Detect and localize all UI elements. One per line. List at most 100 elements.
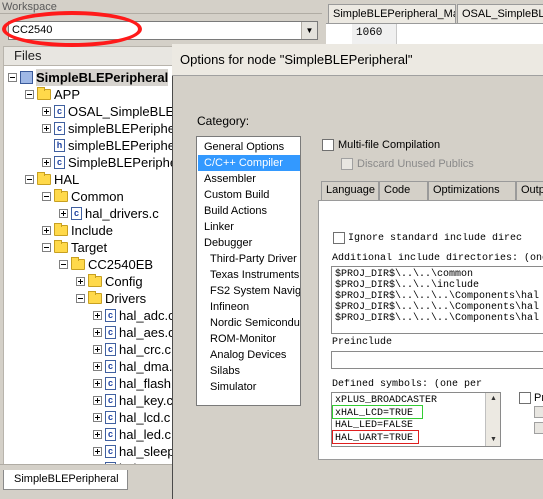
expand-icon[interactable]: [93, 311, 102, 320]
tree-item[interactable]: Drivers: [76, 290, 146, 307]
preprocessor-output-checkbox[interactable]: [519, 392, 531, 404]
generate-line-checkbox[interactable]: [534, 422, 543, 434]
tree-item[interactable]: Include: [42, 222, 113, 239]
tab-code[interactable]: Code: [379, 181, 428, 200]
category-item[interactable]: Debugger: [198, 235, 300, 251]
tree-item[interactable]: Target: [42, 239, 107, 256]
workspace-tab[interactable]: SimpleBLEPeripheral: [3, 470, 128, 490]
tab-language[interactable]: Language: [321, 181, 379, 200]
expand-icon[interactable]: [42, 158, 51, 167]
category-item[interactable]: Analog Devices: [198, 347, 300, 363]
tree-item[interactable]: c hal_aes.c: [93, 324, 175, 341]
include-dirs-textarea[interactable]: $PROJ_DIR$\..\..\common $PROJ_DIR$\..\..\…: [331, 266, 543, 334]
multi-file-checkbox[interactable]: [322, 139, 334, 151]
tree-item[interactable]: c hal_lcd.c: [93, 409, 170, 426]
tree-item[interactable]: HAL: [25, 171, 79, 188]
c-file-icon: c: [71, 207, 82, 220]
editor-tab-osal[interactable]: OSAL_SimpleBLEPeripheral.c: [457, 4, 543, 23]
tree-item-label: APP: [54, 87, 81, 102]
category-item[interactable]: Texas Instruments: [198, 267, 300, 283]
category-item[interactable]: Assembler: [198, 171, 300, 187]
c-file-icon: c: [105, 360, 116, 373]
c-file-icon: c: [105, 377, 116, 390]
category-item[interactable]: Silabs: [198, 363, 300, 379]
tree-item[interactable]: c hal_flash.c: [93, 375, 181, 392]
editor-tab-main[interactable]: SimpleBLEPeripheral_Main.c: [328, 4, 456, 23]
expand-icon[interactable]: [93, 396, 102, 405]
expand-icon[interactable]: [93, 362, 102, 371]
collapse-icon[interactable]: [42, 243, 51, 252]
tree-item[interactable]: c hal_drivers.c: [59, 205, 159, 222]
collapse-icon[interactable]: [25, 175, 34, 184]
tree-item-label: hal_dma.c: [119, 359, 179, 374]
category-item[interactable]: Simulator: [198, 379, 300, 395]
defined-symbols-scrollbar[interactable]: ▲ ▼: [485, 393, 500, 446]
tab-output[interactable]: Output: [516, 181, 543, 200]
red-highlight-oval: [2, 11, 142, 47]
project-icon: [20, 71, 33, 84]
category-item[interactable]: FS2 System Navigator: [198, 283, 300, 299]
category-list[interactable]: General Options C/C++ Compiler Assembler Cu…: [196, 136, 301, 406]
collapse-icon[interactable]: [76, 294, 85, 303]
category-item[interactable]: Nordic Semiconductor: [198, 315, 300, 331]
include-dir-line: $PROJ_DIR$\..\..\include: [335, 280, 480, 291]
scroll-down-icon[interactable]: ▼: [486, 434, 501, 446]
expand-icon[interactable]: [93, 379, 102, 388]
folder-icon: [37, 172, 51, 185]
collapse-icon[interactable]: [59, 260, 68, 269]
expand-icon[interactable]: [59, 209, 68, 218]
expand-icon[interactable]: [93, 328, 102, 337]
category-item[interactable]: Custom Build: [198, 187, 300, 203]
tree-item-label: hal_key.c: [119, 393, 173, 408]
expand-icon[interactable]: [93, 447, 102, 456]
tree-item[interactable]: SimpleBLEPeripheral: [8, 69, 169, 86]
ignore-std-checkbox[interactable]: [333, 232, 345, 244]
c-file-icon: c: [54, 156, 65, 169]
c-file-icon: c: [105, 309, 116, 322]
chevron-down-icon[interactable]: ▼: [301, 22, 317, 39]
category-label: Category:: [197, 114, 250, 128]
expand-icon[interactable]: [42, 124, 51, 133]
tree-item[interactable]: APP: [25, 86, 80, 103]
c-file-icon: c: [105, 343, 116, 356]
expand-icon[interactable]: [93, 413, 102, 422]
scroll-up-icon[interactable]: ▲: [486, 393, 501, 405]
editor-tab-strip: SimpleBLEPeripheral_Main.c OSAL_SimpleBL…: [326, 0, 543, 24]
expand-icon[interactable]: [93, 430, 102, 439]
tree-item[interactable]: c hal_sleep.c: [93, 443, 185, 460]
category-item[interactable]: ROM-Monitor: [198, 331, 300, 347]
category-item[interactable]: General Options: [198, 139, 300, 155]
category-item[interactable]: Third-Party Driver: [198, 251, 300, 267]
tree-item[interactable]: c hal_dma.c: [93, 358, 179, 375]
expand-icon[interactable]: [76, 277, 85, 286]
collapse-icon[interactable]: [8, 73, 17, 82]
preinclude-input[interactable]: [331, 351, 543, 369]
collapse-icon[interactable]: [42, 192, 51, 201]
category-item[interactable]: Linker: [198, 219, 300, 235]
tree-item-label: hal_led.c: [119, 427, 172, 442]
preserve-comments-checkbox[interactable]: [534, 406, 543, 418]
tree-item[interactable]: Common: [42, 188, 124, 205]
expand-icon[interactable]: [93, 345, 102, 354]
multi-file-label: Multi-file Compilation: [338, 139, 441, 151]
tree-item[interactable]: c hal_crc.c: [93, 341, 171, 358]
tree-item-label: Config: [105, 274, 143, 289]
collapse-icon[interactable]: [25, 90, 34, 99]
tree-item-label: Include: [71, 223, 113, 238]
tree-item[interactable]: c hal_led.c: [93, 426, 171, 443]
tab-optimizations[interactable]: Optimizations: [428, 181, 516, 200]
tree-item[interactable]: c hal_adc.c: [93, 307, 175, 324]
category-item[interactable]: Infineon: [198, 299, 300, 315]
tree-item-label: hal_crc.c: [119, 342, 172, 357]
tree-item-label: hal_adc.c: [119, 308, 175, 323]
c-file-icon: c: [54, 122, 65, 135]
tree-item[interactable]: c hal_key.c: [93, 392, 173, 409]
expand-icon[interactable]: [42, 107, 51, 116]
category-item[interactable]: C/C++ Compiler: [198, 155, 300, 171]
tree-item[interactable]: Config: [76, 273, 143, 290]
discard-unused-checkbox[interactable]: [341, 158, 353, 170]
line-number: 1060: [352, 24, 397, 44]
expand-icon[interactable]: [42, 226, 51, 235]
category-item[interactable]: Build Actions: [198, 203, 300, 219]
tree-item[interactable]: CC2540EB: [59, 256, 153, 273]
